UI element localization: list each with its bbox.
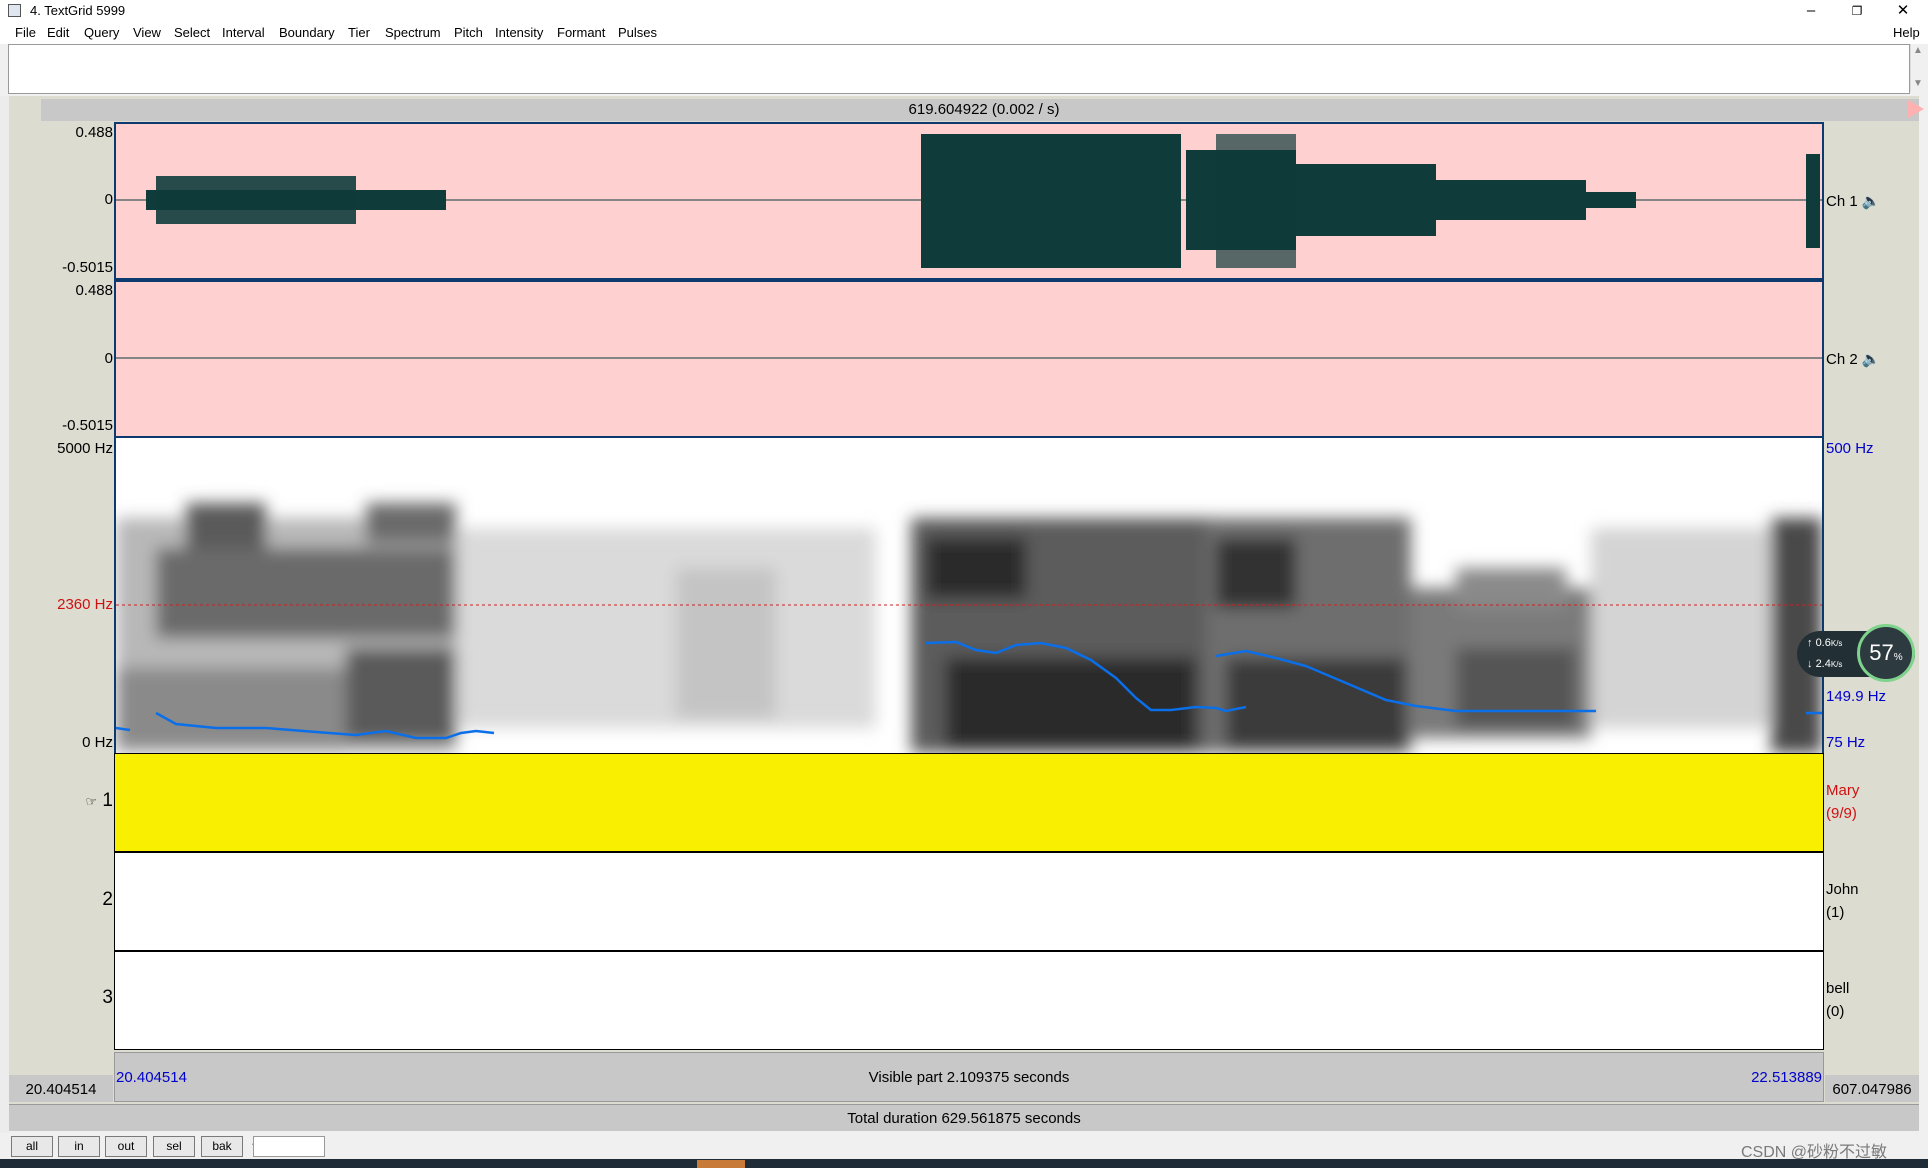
menu-tier[interactable]: Tier [348, 25, 370, 40]
title-bar [0, 0, 1928, 22]
ch1-min-label: -0.5015 [62, 259, 113, 276]
ch2-max-label: 0.488 [75, 282, 113, 299]
menu-pulses[interactable]: Pulses [618, 25, 657, 40]
tier-1[interactable] [114, 753, 1824, 852]
app-icon [8, 4, 21, 17]
upload-speed: ↑ 0.6K/s [1807, 637, 1843, 649]
menu-edit[interactable]: Edit [47, 25, 69, 40]
close-button[interactable]: ✕ [1880, 0, 1926, 22]
menu-pitch[interactable]: Pitch [454, 25, 483, 40]
menu-intensity[interactable]: Intensity [495, 25, 543, 40]
out-button[interactable]: out [105, 1136, 147, 1157]
speaker-icon[interactable]: 🔈 [1862, 193, 1881, 210]
waveform-1-signal [146, 134, 1820, 268]
cpu-unit: % [1893, 652, 1903, 663]
ch1-max-label: 0.488 [75, 124, 113, 141]
frequency-cursor-label: 2360 Hz [57, 596, 113, 613]
upload-value: 0.6 [1815, 637, 1831, 649]
pitch-top-label: 500 Hz [1826, 440, 1874, 457]
scroll-down-icon[interactable]: ▼ [1913, 78, 1923, 89]
pointing-hand-icon: ☞ [85, 794, 98, 809]
ch1-label[interactable]: Ch 1 🔈 [1826, 192, 1881, 210]
pitch-value-label: 149.9 Hz [1826, 688, 1887, 705]
menu-file[interactable]: File [15, 25, 36, 40]
in-button[interactable]: in [58, 1136, 100, 1157]
menu-query[interactable]: Query [84, 25, 119, 40]
upload-unit: K/s [1830, 639, 1843, 648]
window-end-time: 22.513889 [1751, 1069, 1822, 1086]
scroll-up-icon[interactable]: ▲ [1913, 45, 1923, 56]
watermark: CSDN @砂粉不过敏 [1741, 1144, 1888, 1161]
visible-part-label: Visible part 2.109375 seconds [868, 1069, 1070, 1086]
menu-formant[interactable]: Formant [557, 25, 605, 40]
cpu-gauge[interactable]: 57% [1857, 624, 1915, 682]
tier-1-count: (9/9) [1826, 805, 1857, 822]
menu-boundary[interactable]: Boundary [279, 25, 335, 40]
spectrogram-top-label: 5000 Hz [57, 440, 113, 457]
tier-3-name: bell [1826, 980, 1850, 997]
play-icon[interactable] [1908, 100, 1924, 118]
tier-3-count: (0) [1826, 1003, 1845, 1020]
pitch-bottom-label: 75 Hz [1826, 734, 1866, 751]
minimize-button[interactable]: – [1788, 0, 1834, 22]
channel-1-waveform[interactable] [114, 122, 1824, 280]
tier-1-number[interactable]: ☞ 1 [13, 790, 113, 812]
menu-spectrum[interactable]: Spectrum [385, 25, 441, 40]
download-unit: K/s [1830, 660, 1843, 669]
tier-3-number[interactable]: 3 [13, 987, 113, 1009]
bak-button[interactable]: bak [201, 1136, 243, 1157]
ch2-name: Ch 2 [1826, 351, 1858, 368]
info-text-area[interactable] [8, 44, 1910, 94]
left-strip [0, 96, 9, 1136]
tier-2-count: (1) [1826, 904, 1845, 921]
ch1-zero-label: 0 [104, 191, 113, 208]
total-duration-label: Total duration 629.561875 seconds [847, 1110, 1081, 1127]
spectrogram-panel[interactable] [114, 438, 1824, 753]
spectrogram-energy [116, 503, 1822, 753]
download-speed: ↓ 2.4K/s [1807, 658, 1843, 670]
menu-select[interactable]: Select [174, 25, 210, 40]
cpu-value: 57 [1869, 640, 1894, 665]
left-time: 20.404514 [25, 1081, 97, 1098]
tier-2-name: John [1826, 881, 1859, 898]
right-time: 607.047986 [1832, 1081, 1912, 1098]
tier-1-name: Mary [1826, 782, 1860, 799]
tier-2-number[interactable]: 2 [13, 889, 113, 911]
taskbar-strip [0, 1159, 1928, 1168]
spectrogram-bottom-label: 0 Hz [82, 734, 113, 751]
tier-2[interactable] [114, 852, 1824, 951]
all-button[interactable]: all [11, 1136, 53, 1157]
ch2-zero-label: 0 [104, 350, 113, 367]
taskbar-item[interactable] [697, 1160, 745, 1168]
speaker-icon[interactable]: 🔈 [1862, 351, 1881, 368]
download-value: 2.4 [1815, 658, 1831, 670]
channel-2-waveform[interactable] [114, 280, 1824, 438]
maximize-button[interactable]: ❐ [1834, 0, 1880, 22]
horizontal-scrollbar[interactable] [253, 1136, 325, 1157]
window-title: 4. TextGrid 5999 [30, 3, 126, 18]
tier-3[interactable] [114, 951, 1824, 1050]
menu-help[interactable]: Help [1893, 25, 1920, 40]
tier-1-number-text: 1 [102, 790, 113, 811]
cursor-time: 619.604922 (0.002 / s) [908, 101, 1060, 118]
menu-view[interactable]: View [133, 25, 161, 40]
ch2-label[interactable]: Ch 2 🔈 [1826, 350, 1881, 368]
menu-interval[interactable]: Interval [222, 25, 265, 40]
sel-button[interactable]: sel [153, 1136, 195, 1157]
ch2-min-label: -0.5015 [62, 417, 113, 434]
ch1-name: Ch 1 [1826, 193, 1858, 210]
